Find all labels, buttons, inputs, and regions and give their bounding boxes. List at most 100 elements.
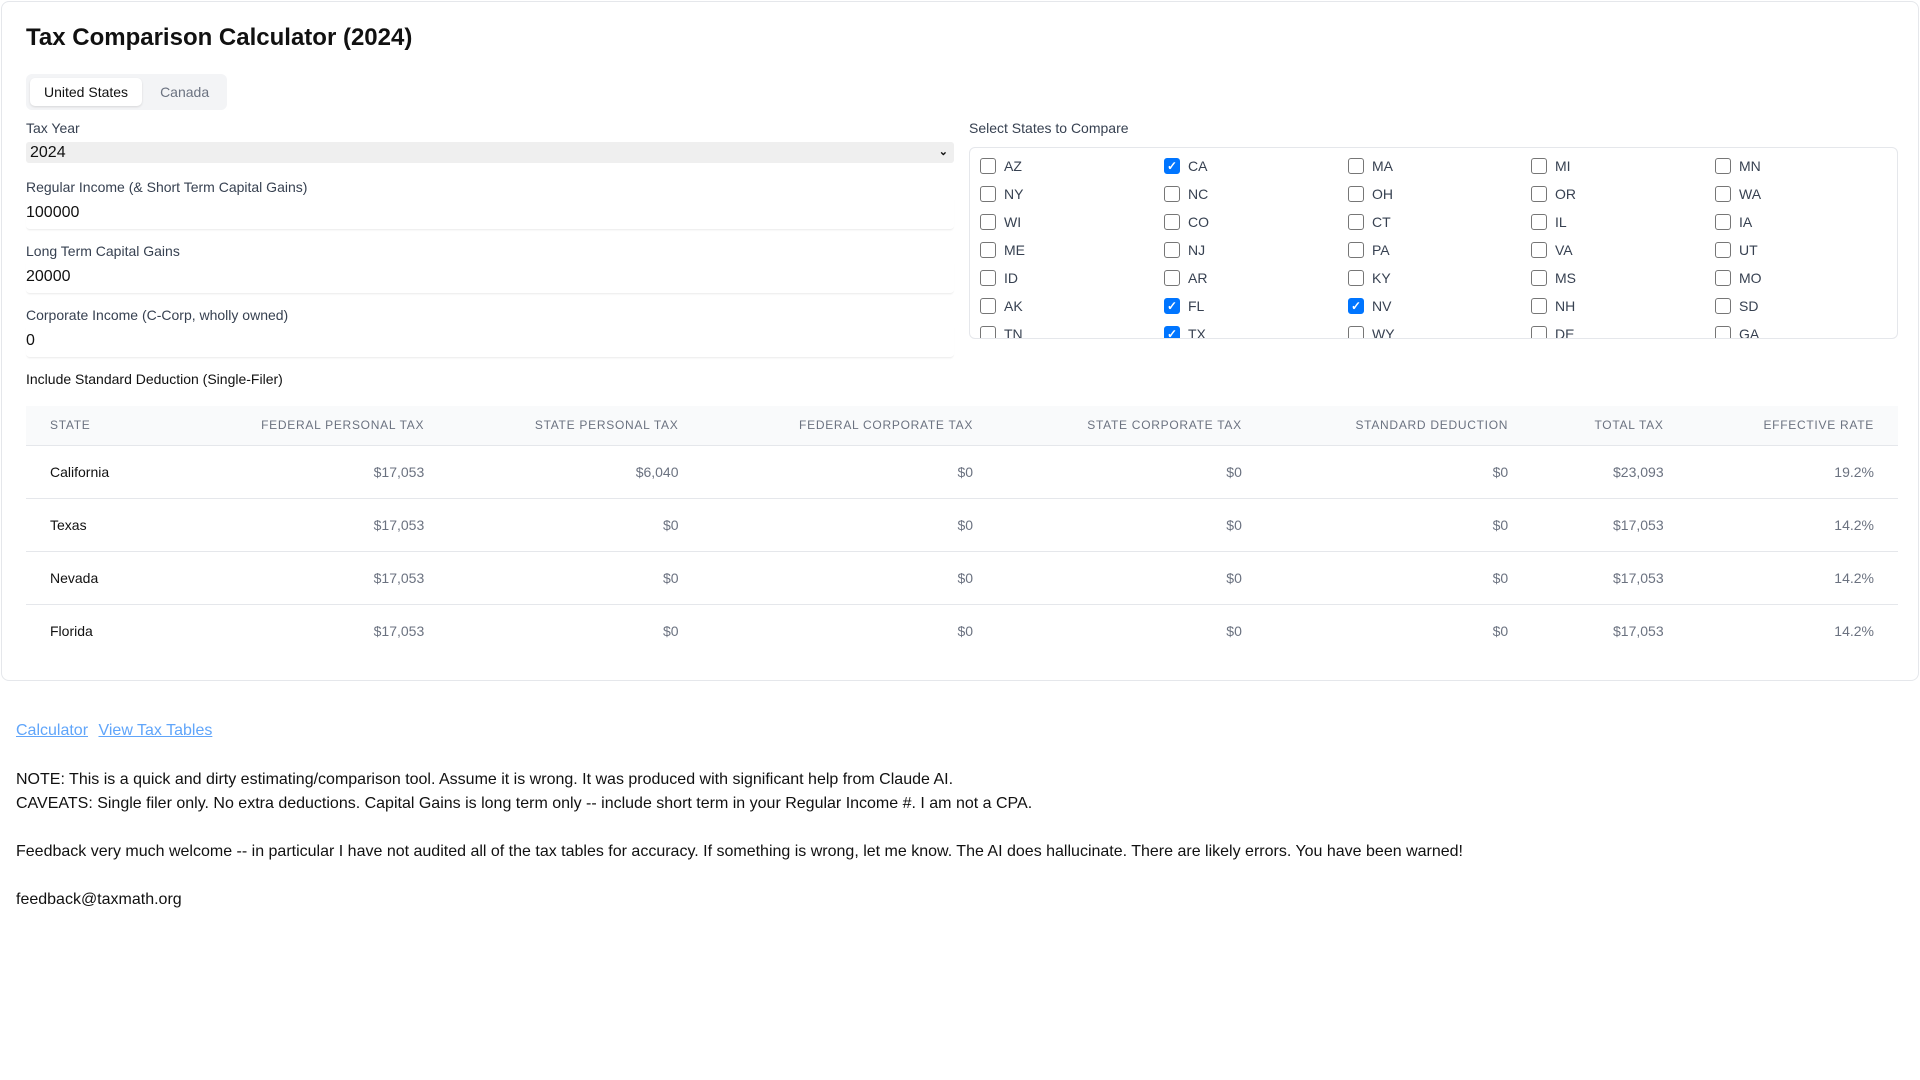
state-option-co[interactable]: CO [1164,212,1348,232]
checkbox-icon[interactable] [980,270,996,286]
note-line: Feedback very much welcome -- in particu… [16,843,1463,860]
corporate-income-input[interactable]: 0 [26,324,954,358]
table-cell: $0 [662,622,679,639]
state-option-ny[interactable]: NY [980,184,1164,204]
state-option-mi[interactable]: MI [1531,156,1715,176]
checkbox-checked-icon[interactable]: ✓ [1164,326,1180,338]
state-option-de[interactable]: DE [1531,324,1715,338]
state-option-ms[interactable]: MS [1531,268,1715,288]
state-option-ia[interactable]: IA [1715,212,1897,232]
calculator-link[interactable]: Calculator [16,722,88,739]
state-option-ca[interactable]: ✓ CA [1164,156,1348,176]
checkbox-icon[interactable] [1715,214,1731,230]
state-option-pa[interactable]: PA [1348,240,1531,260]
table-cell: $17,053 [168,445,449,499]
checkbox-icon[interactable] [980,186,996,202]
table-cell: $0 [1265,551,1533,605]
checkbox-icon[interactable] [980,242,996,258]
note-line [16,864,1463,888]
checkbox-icon[interactable] [1531,214,1547,230]
states-checkbox-list[interactable]: AZ ✓ CA MA MI MN NY NC OH OR WA WI CO CT IL IA ME NJ PA VA U… [969,147,1898,339]
checkbox-checked-icon[interactable]: ✓ [1348,298,1364,314]
tax-year-label: Tax Year [26,120,80,136]
checkbox-icon[interactable] [1348,186,1364,202]
checkbox-icon[interactable] [1531,270,1547,286]
state-option-nh[interactable]: NH [1531,296,1715,316]
column-header: State Personal Tax [448,406,703,446]
checkbox-icon[interactable] [1164,270,1180,286]
state-option-wa[interactable]: WA [1715,184,1897,204]
tab-united-states[interactable]: United States [30,78,143,106]
checkbox-icon[interactable] [1531,298,1547,314]
state-option-ut[interactable]: UT [1715,240,1897,260]
checkbox-icon[interactable] [1164,214,1180,230]
checkbox-icon[interactable] [1164,242,1180,258]
checkbox-icon[interactable] [980,326,996,338]
tax-year-select[interactable]: 2024 ⌄ [26,142,954,163]
table-cell: $17,053 [168,498,449,552]
state-option-oh[interactable]: OH [1348,184,1531,204]
checkbox-icon[interactable] [1715,242,1731,258]
checkbox-icon[interactable] [1531,158,1547,174]
state-option-ct[interactable]: CT [1348,212,1531,232]
regular-income-input[interactable]: 100000 [26,196,954,230]
state-name-cell: Nevada [26,551,169,605]
state-name-cell: Texas [26,498,169,552]
state-option-mn[interactable]: MN [1715,156,1897,176]
state-option-fl[interactable]: ✓ FL [1164,296,1348,316]
state-option-nc[interactable]: NC [1164,184,1348,204]
checkbox-icon[interactable] [1348,158,1364,174]
state-option-mo[interactable]: MO [1715,268,1897,288]
standard-deduction-label[interactable]: Include Standard Deduction (Single-Filer… [26,371,283,387]
state-option-wi[interactable]: WI [980,212,1164,232]
tab-canada[interactable]: Canada [146,78,223,106]
checkbox-icon[interactable] [980,298,996,314]
checkbox-icon[interactable] [1531,186,1547,202]
checkbox-checked-icon[interactable]: ✓ [1164,298,1180,314]
state-option-me[interactable]: ME [980,240,1164,260]
checkbox-icon[interactable] [1715,158,1731,174]
checkbox-icon[interactable] [1348,242,1364,258]
checkbox-icon[interactable] [1715,186,1731,202]
state-option-az[interactable]: AZ [980,156,1164,176]
state-option-nj[interactable]: NJ [1164,240,1348,260]
checkbox-icon[interactable] [1531,326,1547,338]
table-cell: $0 [1265,445,1533,499]
state-code: KY [1372,270,1391,286]
table-cell: $0 [702,445,998,499]
state-option-or[interactable]: OR [1531,184,1715,204]
checkbox-icon[interactable] [1715,298,1731,314]
checkbox-icon[interactable] [980,214,996,230]
tax-year-value: 2024 [30,144,66,161]
table-cell: 14.2% [1687,498,1898,552]
table-row: Nevada $17,053 $0 $0 $0 $0 $17,053 14.2% [26,551,1898,605]
state-option-ga[interactable]: GA [1715,324,1897,338]
checkbox-icon[interactable] [980,158,996,174]
checkbox-icon[interactable] [1715,326,1731,338]
state-option-il[interactable]: IL [1531,212,1715,232]
table-cell: 14.2% [1687,551,1898,605]
checkbox-icon[interactable] [1164,186,1180,202]
table-cell: $0 [997,551,1266,605]
checkbox-icon[interactable] [1348,270,1364,286]
table-cell: $0 [1226,622,1242,639]
checkbox-icon[interactable] [1531,242,1547,258]
state-option-ak[interactable]: AK [980,296,1164,316]
state-option-tx[interactable]: ✓ TX [1164,324,1348,338]
state-option-sd[interactable]: SD [1715,296,1897,316]
state-option-ar[interactable]: AR [1164,268,1348,288]
checkbox-checked-icon[interactable]: ✓ [1164,158,1180,174]
checkbox-icon[interactable] [1348,326,1364,338]
state-option-va[interactable]: VA [1531,240,1715,260]
state-option-nv[interactable]: ✓ NV [1348,296,1531,316]
view-tax-tables-link[interactable]: View Tax Tables [98,722,212,739]
state-option-ma[interactable]: MA [1348,156,1531,176]
ltcg-input[interactable]: 20000 [26,260,954,294]
state-option-tn[interactable]: TN [980,324,1164,338]
checkbox-icon[interactable] [1348,214,1364,230]
state-option-ky[interactable]: KY [1348,268,1531,288]
state-option-wy[interactable]: WY [1348,324,1531,338]
state-option-id[interactable]: ID [980,268,1164,288]
note-line: NOTE: This is a quick and dirty estimati… [16,771,954,788]
checkbox-icon[interactable] [1715,270,1731,286]
